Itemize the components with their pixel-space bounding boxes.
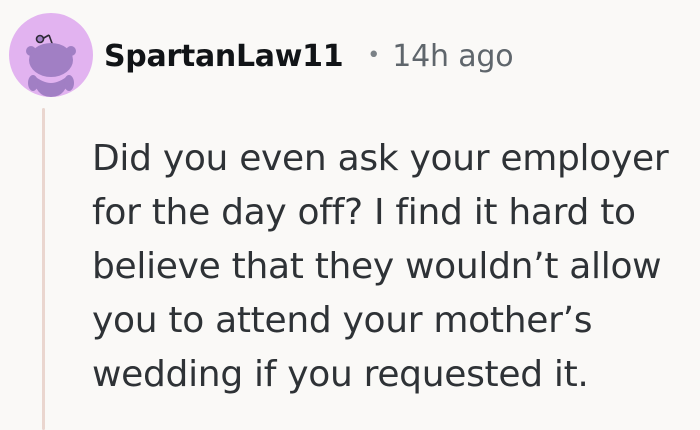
username-link[interactable]: SpartanLaw11 bbox=[104, 39, 344, 74]
separator-dot: • bbox=[367, 42, 381, 68]
user-avatar[interactable] bbox=[9, 13, 93, 97]
comment-header: SpartanLaw11 • 14h ago bbox=[104, 30, 514, 82]
comment-card: SpartanLaw11 • 14h ago Did you even ask … bbox=[0, 0, 700, 430]
thread-line[interactable] bbox=[42, 108, 45, 430]
timestamp[interactable]: 14h ago bbox=[392, 39, 513, 74]
comment-body: Did you even ask your employer for the d… bbox=[92, 138, 669, 395]
snoo-avatar-icon bbox=[26, 34, 76, 97]
